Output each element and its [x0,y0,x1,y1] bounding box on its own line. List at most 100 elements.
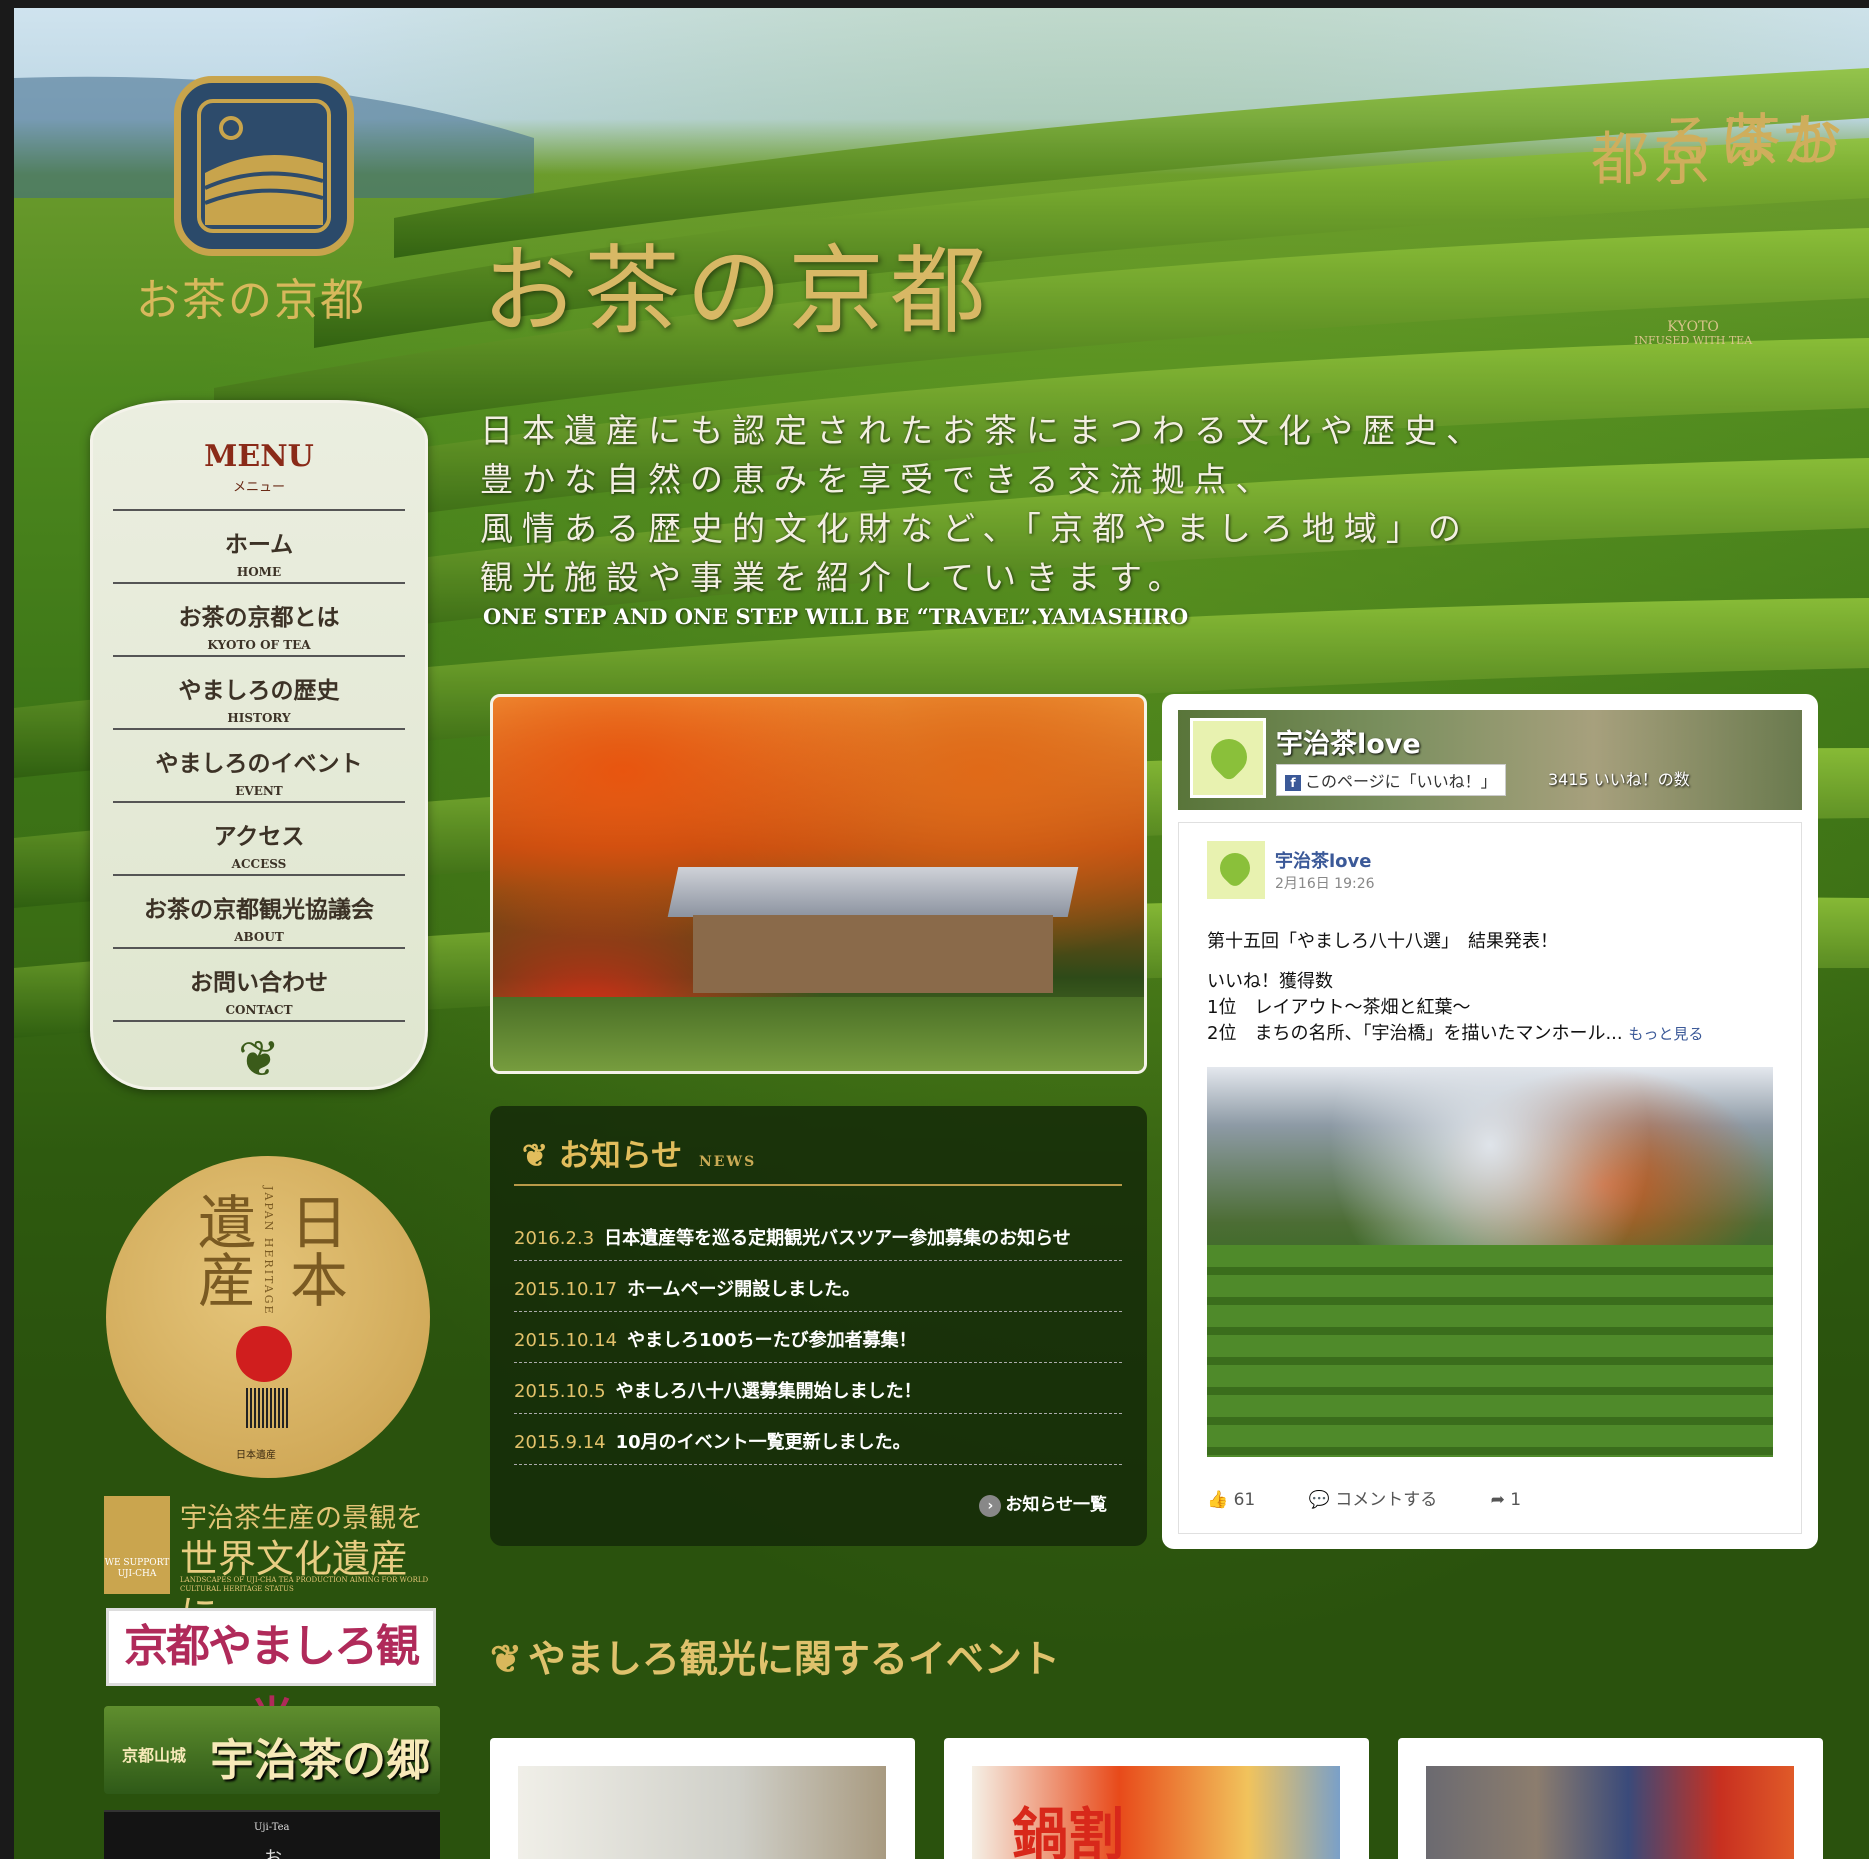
event-poster-text: 鍋割 [1012,1802,1124,1859]
fb-like-count: 3415 いいね！の数 [1548,770,1690,789]
fb-post-photo-tea-field[interactable] [1207,1067,1773,1457]
event-card[interactable] [1398,1738,1823,1859]
menu-item-kyoto-of-tea[interactable]: お茶の京都とは KYOTO OF TEA [113,584,405,657]
tea-leaf-icon: ❦ [490,1636,522,1681]
menu-item-label: お茶の京都とは [178,604,340,631]
slogan-col-ocha: お茶 [1713,110,1843,168]
news-title-text: 10月のイベント一覧更新しました。 [615,1432,911,1453]
heart-icon [1203,731,1255,783]
news-item[interactable]: 2016.2.3 日本遺産等を巡る定期観光バスツアー参加募集のお知らせ [514,1210,1122,1261]
fb-cover: 宇治茶love f このページに「いいね！」 3415 いいね！の数 [1178,710,1802,810]
intro-line: 日本遺産にも認定されたお茶にまつわる文化や歴史、 [480,411,1488,450]
heritage-small-label: 日本遺産 [236,1450,276,1461]
event-image-crane [518,1766,886,1859]
fb-see-more-link[interactable]: もっと見る [1628,1025,1703,1043]
photo-house [693,915,1053,993]
news-item[interactable]: 2015.10.14 やましろ100ちーたび参加者募集！ [514,1312,1122,1363]
fb-share-count: 1 [1510,1490,1522,1510]
kyoto-yamashiro-kanko-banner[interactable]: 京都やましろ観光 [106,1608,436,1744]
menu-item-history[interactable]: やましろの歴史 HISTORY [113,657,405,730]
menu-item-label: ホーム [224,531,294,558]
menu-item-contact[interactable]: お問い合わせ CONTACT [113,949,405,1022]
site-title: お茶の京都 [482,235,992,347]
fb-post: 宇治茶love 2月16日 19:26 第十五回「やましろ八十八選」 結果発表！… [1178,822,1802,1534]
news-date: 2015.9.14 [514,1432,606,1453]
news-date: 2016.2.3 [514,1228,595,1249]
menu-item-en: HOME [236,565,282,579]
fb-share-action[interactable]: ➦ 1 [1491,1490,1545,1510]
menu-item-label: やましろのイベント [155,750,363,777]
menu-list: ホーム HOME お茶の京都とは KYOTO OF TEA やましろの歴史 HISTO… [113,509,405,1022]
fb-comment-label: コメントする [1335,1490,1438,1510]
fb-post-line: 1位 レイアウト〜茶畑と紅葉〜 [1207,997,1471,1018]
menu-item-en: ACCESS [231,857,287,871]
fb-post-time[interactable]: 2月16日 19:26 [1275,873,1375,893]
tea-leaf-icon: ❦ [238,1030,280,1088]
news-heading: ❦ お知らせ NEWS [522,1130,756,1175]
ujicha-line3: LANDSCAPES OF UJI-CHA TEA PRODUCTION AIM… [180,1576,429,1593]
news-more-label: お知らせ一覧 [1005,1495,1107,1515]
heritage-kanji-nihon: 日本 [280,1192,348,1308]
facebook-widget: 宇治茶love f このページに「いいね！」 3415 いいね！の数 宇治茶lov… [1162,694,1818,1549]
event-card[interactable] [490,1738,915,1859]
tea-leaf-icon: ❦ [522,1138,548,1174]
fb-post-line: 第十五回「やましろ八十八選」 結果発表！ [1207,931,1558,952]
fb-post-line: いいね！獲得数 [1207,971,1333,992]
event-card[interactable]: 鍋割 [944,1738,1369,1859]
fb-post-avatar[interactable] [1207,841,1265,899]
photo-roof [667,867,1079,917]
menu-item-label: お問い合わせ [190,969,328,996]
news-more-link[interactable]: › お知らせ一覧 [979,1490,1107,1517]
news-divider [514,1184,1122,1186]
intro-text: 日本遺産にも認定されたお茶にまつわる文化や歴史、 豊かな自然の恵みを享受できる交… [480,406,1488,602]
menu-item-home[interactable]: ホーム HOME [113,511,405,584]
slogan-en-infused: INFUSED WITH TEA [1634,334,1753,347]
featured-photo-temple-autumn[interactable] [490,694,1147,1074]
news-item[interactable]: 2015.10.17 ホームページ開設しました。 [514,1261,1122,1312]
fb-post-line4: 2位 まちの名所、「宇治橋」を描いたマンホール... [1207,1023,1623,1044]
menu-item-event[interactable]: やましろのイベント EVENT [113,730,405,803]
menu-item-en: CONTACT [225,1003,293,1017]
slogan-en-kyoto: KYOTO [1667,319,1719,335]
event-image-temple [1426,1766,1794,1859]
logo-emblem[interactable] [174,76,354,256]
fb-post-line: 2位 まちの名所、「宇治橋」を描いたマンホール... もっと見る [1207,1019,1703,1045]
menu-item-en: EVENT [235,784,283,798]
photo-garden [493,997,1144,1071]
fb-comment-action[interactable]: 💬 コメントする [1309,1490,1462,1510]
dark-banner-small: Uji-Tea [254,1822,290,1833]
ujicha-sato-large: 宇治茶の郷 [210,1735,430,1786]
page: お茶の京都 お茶の京都 京都 かほる お茶 KYOTO INFUSED WITH… [14,8,1869,1859]
slogan-english: KYOTO INFUSED WITH TEA [1634,319,1753,347]
fb-like-action[interactable]: 👍 61 [1207,1490,1279,1510]
ujicha-heritage-banner[interactable]: WE SUPPORT UJI-CHA 宇治茶生産の景観を 世界文化遺産に。 LA… [104,1496,444,1636]
news-title-text: ホームページ開設しました。 [627,1279,861,1300]
ujicha-sato-banner[interactable]: 京都山城 宇治茶の郷 [104,1706,440,1794]
intro-line: 観光施設や事業を紹介していきます。 [480,558,1190,597]
news-date: 2015.10.17 [514,1279,618,1300]
dark-banner-large: お [264,1848,282,1859]
menu-title: MENU [204,439,314,474]
fb-page-name[interactable]: 宇治茶love [1276,722,1421,761]
news-item[interactable]: 2015.9.14 10月のイベント一覧更新しました。 [514,1414,1122,1465]
japan-heritage-banner[interactable]: 日本 遺産 JAPAN HERITAGE 日本遺産 [106,1156,430,1478]
fb-like-count-post: 61 [1233,1490,1256,1510]
news-title-text: やましろ100ちーたび参加者募集！ [627,1330,917,1351]
fb-post-author[interactable]: 宇治茶love [1275,847,1371,873]
ujicha-support-badge: WE SUPPORT UJI-CHA [104,1496,170,1594]
news-title: お知らせ [558,1138,683,1174]
news-list: 2016.2.3 日本遺産等を巡る定期観光バスツアー参加募集のお知らせ 2015.… [514,1210,1122,1465]
menu-item-about[interactable]: お茶の京都観光協議会 ABOUT [113,876,405,949]
fb-like-button[interactable]: f このページに「いいね！」 [1276,764,1506,796]
dark-banner[interactable]: Uji-Tea お [104,1810,440,1859]
news-title-text: 日本遺産等を巡る定期観光バスツアー参加募集のお知らせ [604,1228,1071,1249]
menu-item-access[interactable]: アクセス ACCESS [113,803,405,876]
rising-sun-icon [236,1326,292,1382]
fb-post-actions: 👍 61 💬 コメントする ➦ 1 [1207,1485,1569,1510]
news-item[interactable]: 2015.10.5 やましろ八十八選募集開始しました！ [514,1363,1122,1414]
intro-line: 風情ある歴史的文化財など、「京都やましろ地域」の [480,509,1470,548]
menu-item-label: アクセス [213,823,305,850]
fb-page-avatar[interactable] [1190,718,1266,798]
facebook-icon: f [1285,775,1301,791]
logo-text[interactable]: お茶の京都 [136,264,366,328]
